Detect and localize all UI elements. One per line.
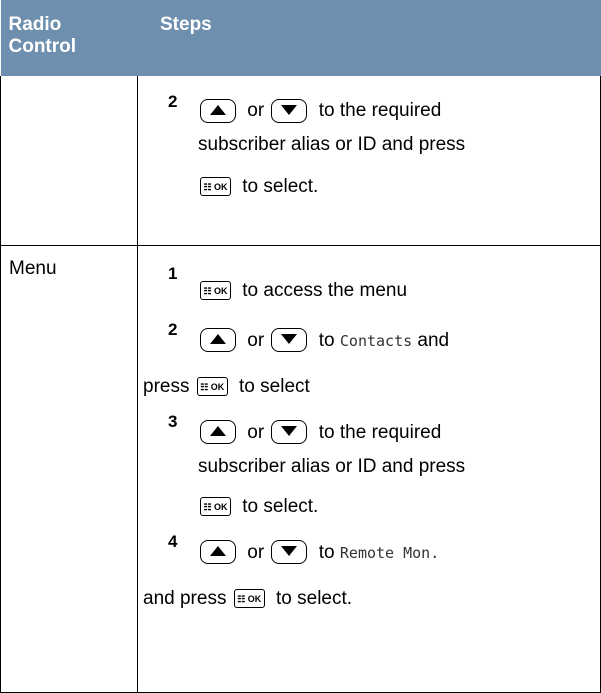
or-text: or bbox=[247, 421, 265, 443]
step-line: and press ☷ OK to select. bbox=[143, 576, 590, 622]
menu-ok-key-icon: ☷ OK bbox=[233, 588, 265, 608]
radio-control-cell bbox=[0, 76, 138, 246]
down-arrow-key-icon bbox=[271, 420, 308, 445]
step-number: 4 bbox=[168, 531, 178, 551]
step-text: to bbox=[318, 541, 335, 563]
step-line: or to Remote Mon. bbox=[198, 530, 590, 576]
steps-cell: 2 or to the required subscriber alias or… bbox=[137, 76, 601, 246]
step-text: press bbox=[143, 375, 190, 397]
header-radio-control-line1: Radio bbox=[8, 14, 62, 35]
ok-key-label: OK bbox=[214, 182, 228, 193]
menu-ok-key-icon: ☷ OK bbox=[200, 496, 231, 516]
ok-key-label: OK bbox=[214, 285, 228, 296]
up-arrow-key-icon bbox=[200, 328, 236, 353]
step-text: and press bbox=[143, 587, 227, 609]
step-text: to select. bbox=[276, 587, 353, 609]
down-arrow-key-icon bbox=[271, 98, 308, 123]
ok-key-label: OK bbox=[247, 593, 262, 604]
step-line: or to the required bbox=[198, 86, 590, 134]
down-arrow-key-icon bbox=[271, 540, 308, 565]
or-text: or bbox=[247, 541, 265, 563]
menu-option-contacts: Contacts bbox=[339, 331, 413, 350]
header-radio-control: Radio Control bbox=[0, 0, 138, 76]
step-text: subscriber alias or ID and press bbox=[198, 134, 466, 155]
step-line: ☷ OK to select. bbox=[198, 484, 590, 530]
step-line: press ☷ OK to select bbox=[143, 364, 590, 410]
step-text: and bbox=[417, 329, 450, 351]
up-arrow-key-icon bbox=[200, 420, 236, 445]
step-text: subscriber alias or ID and press bbox=[198, 455, 466, 477]
step-item: 3 or to the required subscriber alias or… bbox=[138, 410, 600, 530]
procedure-table: Radio Control Steps 2 or to the required … bbox=[0, 0, 601, 693]
step-item: 4 or to Remote Mon. and press ☷ OK to se… bbox=[138, 530, 600, 622]
step-item: 2 or to Contacts and press ☷ OK to selec… bbox=[138, 318, 600, 410]
step-line: ☷ OK to access the menu bbox=[198, 268, 590, 314]
step-number: 1 bbox=[168, 263, 178, 283]
menu-ok-key-icon: ☷ OK bbox=[196, 376, 228, 396]
step-text: to the required bbox=[318, 100, 442, 121]
table-row: 2 or to the required subscriber alias or… bbox=[0, 76, 601, 246]
radio-control-cell: Menu bbox=[0, 245, 138, 693]
step-line: or to Contacts and bbox=[198, 318, 590, 364]
menu-ok-key-icon: ☷ OK bbox=[200, 177, 231, 197]
step-number: 2 bbox=[168, 92, 178, 111]
table-header-row: Radio Control Steps bbox=[0, 0, 601, 76]
table-row: Menu 1 ☷ OK to access the menu 2 or to C… bbox=[0, 245, 601, 693]
step-text: to select. bbox=[242, 495, 319, 517]
header-steps: Steps bbox=[137, 0, 601, 76]
step-text: to select. bbox=[242, 176, 319, 197]
step-item: 2 or to the required subscriber alias or… bbox=[138, 76, 600, 210]
step-line: ☷ OK to select. bbox=[198, 164, 590, 210]
step-item: 1 ☷ OK to access the menu bbox=[138, 246, 600, 314]
step-text: to the required bbox=[318, 421, 442, 443]
steps-cell: 1 ☷ OK to access the menu 2 or to Contac… bbox=[137, 245, 601, 693]
step-number: 2 bbox=[168, 319, 178, 339]
or-text: or bbox=[247, 100, 265, 121]
step-line: or to the required bbox=[198, 410, 590, 456]
ok-key-label: OK bbox=[210, 381, 225, 392]
step-number: 3 bbox=[168, 411, 178, 431]
menu-ok-key-icon: ☷ OK bbox=[200, 280, 231, 300]
ok-key-label: OK bbox=[214, 501, 228, 512]
or-text: or bbox=[247, 329, 265, 351]
step-text: to select bbox=[239, 375, 310, 397]
radio-control-label bbox=[1, 76, 137, 88]
step-text: to access the menu bbox=[242, 279, 408, 301]
radio-control-label: Menu bbox=[9, 257, 57, 279]
up-arrow-key-icon bbox=[200, 98, 236, 123]
up-arrow-key-icon bbox=[200, 540, 236, 565]
down-arrow-key-icon bbox=[271, 328, 308, 353]
menu-option-remote-mon: Remote Mon. bbox=[339, 543, 440, 562]
step-text: to bbox=[318, 329, 335, 351]
header-radio-control-line2: Control bbox=[8, 36, 77, 57]
